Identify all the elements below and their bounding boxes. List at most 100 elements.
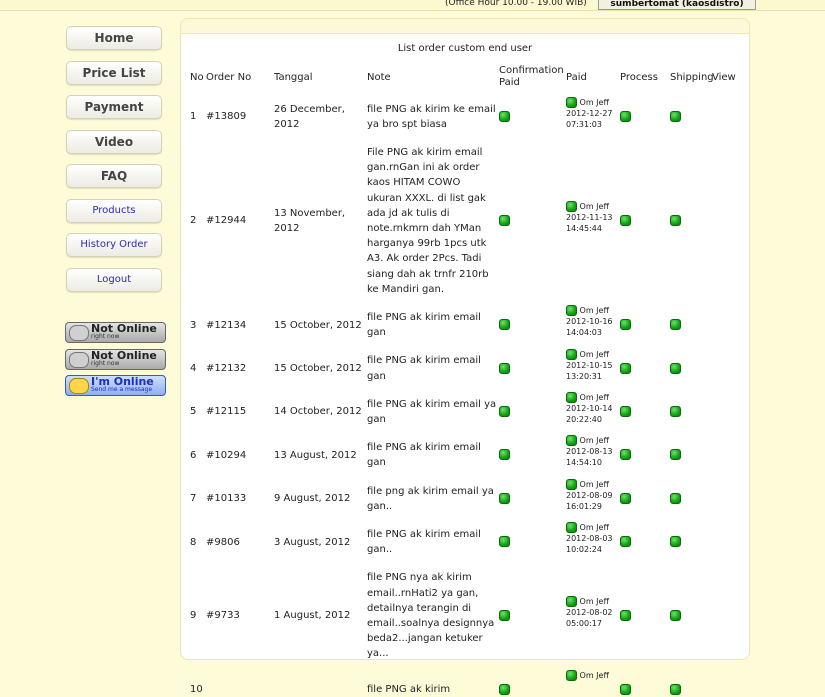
confirmation-paid-status-icon[interactable] — [499, 214, 510, 226]
yahoo-status-widget[interactable]: Not Online right now — [65, 349, 166, 370]
paid-info: Om Jeff 2012-12-27 07:31:03 — [566, 96, 618, 130]
paid-info: Om Jeff 2012-08-13 14:54:10 — [566, 435, 618, 468]
nav-products-button[interactable]: Products — [66, 198, 162, 223]
confirmation-paid-status-icon[interactable] — [499, 405, 510, 417]
nav-video-button[interactable]: Video — [66, 129, 162, 154]
header-order-no: Order No — [206, 72, 252, 83]
shipping-status-icon[interactable] — [670, 536, 681, 548]
paid-status-icon[interactable] — [566, 595, 577, 607]
order-note: file PNG nya ak kirim email..rnHati2 ya g… — [367, 570, 497, 661]
header-tanggal: Tanggal — [274, 72, 313, 83]
shipping-status-icon[interactable] — [670, 492, 681, 504]
row-number: 4 — [190, 362, 197, 374]
paid-status-icon[interactable] — [566, 348, 577, 360]
paid-date: 2012-12-27 — [566, 108, 613, 118]
nav-logout-button[interactable]: Logout — [66, 267, 162, 292]
shipping-status-icon[interactable] — [670, 449, 681, 461]
nav-price-list-button[interactable]: Price List — [66, 60, 162, 85]
row-number: 9 — [190, 610, 197, 622]
paid-time: 13:20:31 — [566, 371, 602, 381]
process-status-icon[interactable] — [620, 405, 631, 417]
order-number[interactable]: #12115 — [206, 404, 246, 419]
order-number[interactable]: #12132 — [206, 361, 246, 376]
note-line: ukuran XXXL. di list gak — [367, 192, 486, 204]
paid-status-icon[interactable] — [566, 391, 577, 403]
paid-status-icon[interactable] — [566, 96, 577, 108]
confirmation-paid-status-icon[interactable] — [499, 362, 510, 374]
paid-time: 10:02:24 — [566, 545, 602, 555]
nav-home-button[interactable]: Home — [66, 26, 162, 50]
paid-date: 2012-08-03 — [566, 534, 613, 544]
paid-by: Om Jeff — [577, 523, 609, 533]
paid-info: Om Jeff 2012-10-14 20:22:40 — [566, 391, 618, 425]
process-status-icon[interactable] — [620, 319, 631, 331]
order-note: file PNG ak kirim ke email ya bro spt bia… — [367, 102, 497, 132]
paid-status-icon[interactable] — [566, 435, 577, 447]
order-note: file PNG ak kirim email ya gan — [367, 397, 497, 427]
paid-info: Om Jeff 2012-11-13 14:45:44 — [566, 200, 618, 234]
paid-time: 14:04:03 — [566, 328, 602, 338]
nav-payment-button[interactable]: Payment — [66, 95, 162, 119]
note-line: gan.rnGan ini ak order — [367, 162, 480, 174]
order-number[interactable]: #10133 — [206, 491, 246, 506]
paid-status-icon[interactable] — [566, 305, 577, 317]
confirmation-paid-status-icon[interactable] — [499, 449, 510, 461]
order-note: file PNG ak kirim email gan — [367, 353, 497, 383]
note-line: file PNG ak kirim email ya — [367, 398, 497, 410]
shipping-status-icon[interactable] — [670, 609, 681, 621]
process-status-icon[interactable] — [620, 536, 631, 548]
note-line: ke Mandiri gan. — [367, 283, 445, 295]
shipping-status-icon[interactable] — [670, 110, 681, 122]
process-status-icon[interactable] — [620, 214, 631, 226]
yahoo-status-widget[interactable]: Not Online right now — [65, 322, 166, 343]
process-status-icon[interactable] — [620, 110, 631, 122]
order-note: file PNG ak kirim email gan.. — [367, 527, 497, 557]
confirmation-paid-status-icon[interactable] — [499, 492, 510, 504]
smiley-icon — [69, 378, 89, 394]
order-date: 14 October, 2012 — [274, 406, 362, 418]
note-line: ya... — [367, 648, 389, 660]
shipping-status-icon[interactable] — [670, 214, 681, 226]
process-status-icon[interactable] — [620, 609, 631, 621]
paid-by: Om Jeff — [577, 392, 609, 402]
nav-faq-button[interactable]: FAQ — [66, 164, 162, 188]
note-line: ya bro spt biasa — [367, 118, 448, 130]
yahoo-status-widget[interactable]: I'm Online Send me a message — [65, 375, 166, 396]
order-number[interactable]: #10294 — [206, 448, 246, 463]
paid-status-icon[interactable] — [566, 669, 577, 681]
paid-status-icon[interactable] — [566, 522, 577, 534]
paid-by: Om Jeff — [577, 436, 609, 446]
paid-info: Om Jeff 2012-08-09 16:01:29 — [566, 478, 618, 512]
user-badge: sumbertomat (kaosdistro) — [598, 0, 756, 10]
confirmation-paid-status-icon[interactable] — [499, 110, 510, 122]
paid-by-line: Om Jeff — [566, 96, 618, 108]
confirmation-paid-status-icon[interactable] — [499, 536, 510, 548]
confirmation-paid-status-icon[interactable] — [499, 609, 510, 621]
process-status-icon[interactable] — [620, 362, 631, 374]
confirmation-paid-status-icon[interactable] — [499, 683, 510, 695]
process-status-icon[interactable] — [620, 449, 631, 461]
paid-status-icon[interactable] — [566, 200, 577, 212]
note-line: file PNG ak kirim — [367, 684, 451, 696]
process-status-icon[interactable] — [620, 492, 631, 504]
header-process: Process — [620, 72, 658, 83]
nav-history-order-button[interactable]: History Order — [66, 233, 162, 257]
note-line: beda2...jangan ketuker — [367, 633, 483, 645]
shipping-status-icon[interactable] — [670, 405, 681, 417]
shipping-status-icon[interactable] — [670, 362, 681, 374]
note-line: detailnya terangin di — [367, 602, 472, 614]
order-number[interactable]: #12944 — [206, 213, 246, 228]
order-number[interactable]: #9733 — [206, 608, 240, 623]
order-number[interactable]: #13809 — [206, 109, 246, 124]
paid-by-line: Om Jeff — [566, 348, 618, 360]
shipping-status-icon[interactable] — [670, 683, 681, 695]
confirmation-paid-status-icon[interactable] — [499, 319, 510, 331]
paid-info: Om Jeff 2012-10-16 14:04:03 — [566, 305, 618, 338]
paid-info: Om Jeff — [566, 669, 618, 681]
table-title: List order custom end user — [397, 43, 533, 54]
order-number[interactable]: #12134 — [206, 318, 246, 333]
order-number[interactable]: #9806 — [206, 535, 240, 550]
shipping-status-icon[interactable] — [670, 319, 681, 331]
process-status-icon[interactable] — [620, 683, 631, 695]
paid-status-icon[interactable] — [566, 478, 577, 490]
